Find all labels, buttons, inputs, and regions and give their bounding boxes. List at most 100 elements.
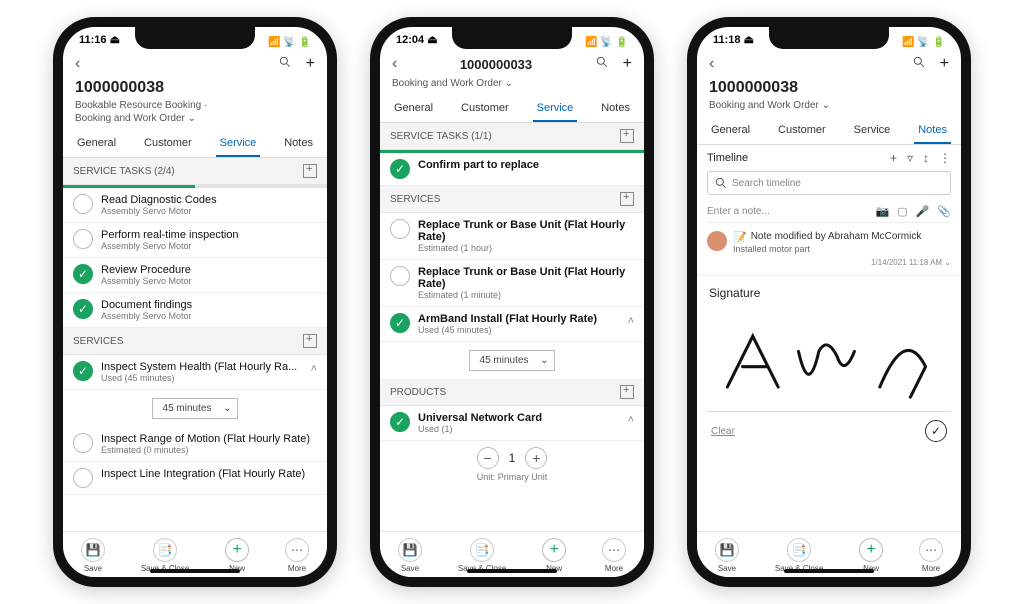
new-button[interactable]: +New: [859, 538, 883, 573]
task-row[interactable]: ✓Document findingsAssembly Servo Motor: [63, 293, 327, 328]
tab-service[interactable]: Service: [533, 96, 578, 122]
breadcrumb[interactable]: Booking and Work Order ⌄: [380, 77, 644, 90]
back-icon[interactable]: ‹: [75, 55, 80, 73]
tab-customer[interactable]: Customer: [774, 118, 830, 144]
tab-general[interactable]: General: [707, 118, 754, 144]
service-row[interactable]: ✓ArmBand Install (Flat Hourly Rate)Used …: [380, 307, 644, 342]
task-row[interactable]: Perform real-time inspectionAssembly Ser…: [63, 223, 327, 258]
tab-notes[interactable]: Notes: [280, 131, 317, 157]
duration-select[interactable]: 45 minutes ⌄: [469, 350, 556, 371]
task-checkbox[interactable]: ✓: [73, 264, 93, 284]
home-indicator[interactable]: [150, 569, 240, 573]
chevron-up-icon[interactable]: ˄: [311, 361, 317, 375]
home-indicator[interactable]: [784, 569, 874, 573]
search-icon: [714, 176, 728, 190]
breadcrumb[interactable]: Booking and Work Order ⌄: [63, 112, 327, 125]
service-row[interactable]: Inspect Range of Motion (Flat Hourly Rat…: [63, 427, 327, 462]
save-close-icon: 📑: [153, 538, 177, 562]
save-button[interactable]: 💾Save: [81, 538, 105, 573]
product-checkbox[interactable]: ✓: [390, 412, 410, 432]
search-icon[interactable]: [912, 55, 926, 73]
task-checkbox[interactable]: ✓: [73, 299, 93, 319]
signature-confirm-button[interactable]: ✓: [925, 420, 947, 442]
duration-select[interactable]: 45 minutes ⌄: [152, 398, 239, 419]
task-checkbox[interactable]: [73, 194, 93, 214]
tab-customer[interactable]: Customer: [457, 96, 513, 122]
save-close-button[interactable]: 📑Save & Close: [775, 538, 823, 573]
services-header: SERVICES: [63, 328, 327, 355]
save-close-button[interactable]: 📑Save & Close: [458, 538, 506, 573]
add-service-icon[interactable]: [303, 334, 317, 348]
more-button[interactable]: ⋯More: [602, 538, 626, 573]
tab-service[interactable]: Service: [850, 118, 895, 144]
product-row[interactable]: ✓Universal Network CardUsed (1)˄: [380, 406, 644, 441]
clock: 11:16 ⏏: [79, 33, 120, 51]
service-checkbox[interactable]: [73, 468, 93, 488]
task-row[interactable]: Read Diagnostic CodesAssembly Servo Moto…: [63, 188, 327, 223]
task-checkbox[interactable]: [73, 229, 93, 249]
service-checkbox[interactable]: ✓: [390, 313, 410, 333]
task-row[interactable]: ✓Confirm part to replace: [380, 153, 644, 186]
more-button[interactable]: ⋯More: [285, 538, 309, 573]
save-button[interactable]: 💾Save: [715, 538, 739, 573]
add-icon[interactable]: +: [940, 55, 949, 73]
note-input[interactable]: Enter a note... 📷 ▢ 🎤 📎: [707, 201, 951, 223]
qty-minus-button[interactable]: −: [477, 447, 499, 469]
service-row[interactable]: ✓Inspect System Health (Flat Hourly Ra..…: [63, 355, 327, 390]
add-icon[interactable]: +: [623, 55, 632, 73]
add-product-icon[interactable]: [620, 385, 634, 399]
signature-clear-button[interactable]: Clear: [711, 426, 735, 437]
save-button[interactable]: 💾Save: [398, 538, 422, 573]
task-row[interactable]: ✓Review ProcedureAssembly Servo Motor: [63, 258, 327, 293]
back-icon[interactable]: ‹: [709, 55, 714, 73]
signature-footer: Clear ✓: [697, 412, 961, 450]
tab-service[interactable]: Service: [216, 131, 261, 157]
home-indicator[interactable]: [467, 569, 557, 573]
save-close-button[interactable]: 📑Save & Close: [141, 538, 189, 573]
new-button[interactable]: +New: [225, 538, 249, 573]
tab-general[interactable]: General: [390, 96, 437, 122]
duration-row: 45 minutes ⌄: [380, 342, 644, 379]
note-type-icon: 📝: [733, 231, 747, 244]
service-title: Replace Trunk or Base Unit (Flat Hourly …: [418, 266, 634, 290]
notch: [452, 27, 572, 49]
more-button[interactable]: ⋯More: [919, 538, 943, 573]
attach-icon[interactable]: 📎: [937, 205, 951, 218]
add-service-icon[interactable]: [620, 192, 634, 206]
service-checkbox[interactable]: [73, 433, 93, 453]
tab-customer[interactable]: Customer: [140, 131, 196, 157]
sort-icon[interactable]: ↕: [923, 151, 929, 165]
mic-icon[interactable]: 🎤: [916, 205, 930, 218]
search-icon[interactable]: [595, 55, 609, 73]
service-row[interactable]: Replace Trunk or Base Unit (Flat Hourly …: [380, 260, 644, 307]
service-row[interactable]: Inspect Line Integration (Flat Hourly Ra…: [63, 462, 327, 495]
qty-plus-button[interactable]: +: [525, 447, 547, 469]
timeline-search[interactable]: Search timeline: [707, 171, 951, 195]
signature-canvas[interactable]: [707, 302, 951, 412]
search-icon[interactable]: [278, 55, 292, 73]
add-task-icon[interactable]: [303, 164, 317, 178]
video-icon[interactable]: ▢: [897, 205, 907, 218]
timeline-add-icon[interactable]: +: [890, 151, 897, 165]
overflow-icon[interactable]: ⋮: [939, 151, 951, 165]
filter-icon[interactable]: ▿: [907, 151, 913, 165]
task-checkbox[interactable]: ✓: [390, 159, 410, 179]
camera-icon[interactable]: 📷: [875, 205, 889, 218]
new-button[interactable]: +New: [542, 538, 566, 573]
service-checkbox[interactable]: [390, 266, 410, 286]
add-task-icon[interactable]: [620, 129, 634, 143]
tab-notes[interactable]: Notes: [914, 118, 951, 144]
note-body-text: Installed motor part: [733, 244, 951, 254]
breadcrumb[interactable]: Booking and Work Order ⌄: [697, 99, 961, 112]
service-checkbox[interactable]: [390, 219, 410, 239]
progress-bar: [380, 150, 644, 153]
service-checkbox[interactable]: ✓: [73, 361, 93, 381]
service-row[interactable]: Replace Trunk or Base Unit (Flat Hourly …: [380, 213, 644, 260]
chevron-up-icon[interactable]: ˄: [628, 412, 634, 426]
timeline-note[interactable]: 📝 Note modified by Abraham McCormick Ins…: [697, 223, 961, 276]
add-icon[interactable]: +: [306, 55, 315, 73]
tab-general[interactable]: General: [73, 131, 120, 157]
tab-notes[interactable]: Notes: [597, 96, 634, 122]
chevron-up-icon[interactable]: ˄: [628, 313, 634, 327]
status-icons: 📶 📡 🔋: [268, 33, 311, 51]
